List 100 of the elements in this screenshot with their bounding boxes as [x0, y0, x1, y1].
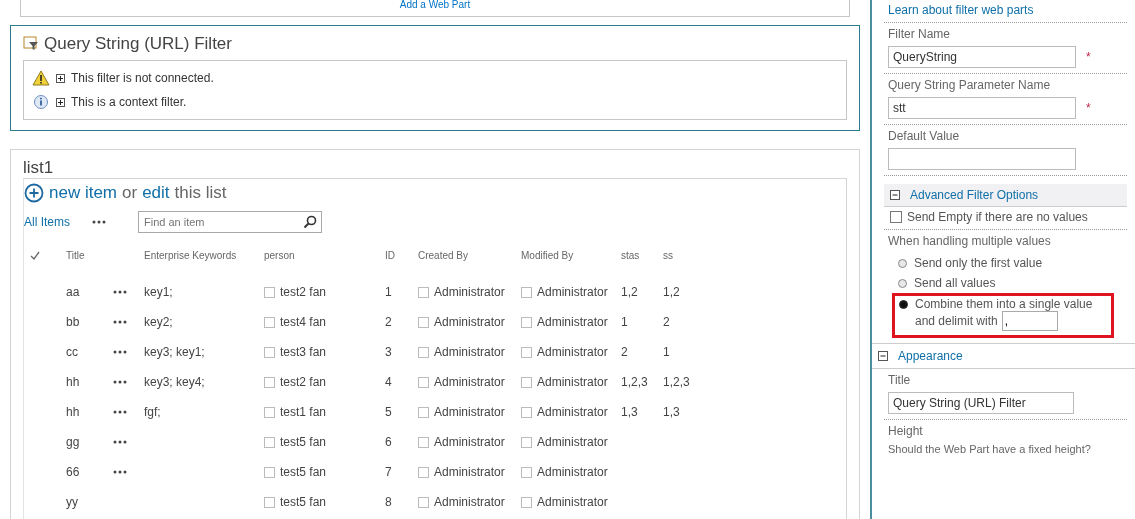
presence-icon: [264, 346, 275, 358]
presence-icon: [264, 406, 275, 418]
presence-icon: [264, 376, 275, 388]
edit-link[interactable]: edit: [142, 183, 170, 203]
add-icon[interactable]: [24, 183, 44, 203]
presence-icon: [418, 286, 429, 298]
table-cell: 1,3: [621, 405, 638, 419]
table-cell: test5 fan: [280, 465, 327, 479]
table-cell: 1,2,3: [663, 375, 690, 389]
expand-icon[interactable]: [56, 97, 65, 107]
more-icon[interactable]: [113, 350, 127, 354]
category-header[interactable]: Appearance: [872, 343, 1135, 369]
more-icon[interactable]: [113, 290, 127, 294]
column-header[interactable]: Enterprise Keywords: [144, 249, 264, 261]
table-cell-text: 1: [385, 285, 393, 299]
text-field[interactable]: QueryString: [888, 46, 1076, 68]
presence-icon: [264, 286, 275, 298]
table-cell: Administrator: [434, 315, 505, 329]
table-cell: Administrator: [537, 435, 608, 449]
table-cell: test4 fan: [280, 315, 327, 329]
table-cell-text: 8: [385, 495, 393, 509]
category-header[interactable]: Advanced Filter Options: [884, 184, 1127, 207]
table-cell-text: 66: [66, 465, 81, 479]
table-cell: Administrator: [434, 435, 505, 449]
search-field[interactable]: Find an item: [138, 211, 322, 233]
column-header[interactable]: Title: [66, 249, 113, 261]
table-cell-text: 7: [385, 465, 393, 479]
table-cell: test3 fan: [280, 345, 327, 359]
column-header[interactable]: ss: [663, 249, 703, 261]
more-icon[interactable]: [113, 380, 127, 384]
table-cell: test5 fan: [280, 435, 327, 449]
more-icon[interactable]: [113, 440, 127, 444]
column-header[interactable]: ID: [385, 249, 418, 261]
checkbox[interactable]: [890, 211, 902, 223]
presence-icon: [521, 466, 532, 478]
text-field[interactable]: [888, 148, 1076, 170]
presence-icon: [521, 376, 532, 388]
table-cell: 2: [663, 315, 670, 329]
presence-icon: [418, 316, 429, 328]
expand-icon[interactable]: [56, 73, 65, 83]
column-header[interactable]: Modified By: [521, 249, 621, 261]
collapse-icon[interactable]: [878, 351, 888, 361]
text-field[interactable]: Query String (URL) Filter: [888, 392, 1074, 414]
presence-icon: [521, 496, 532, 508]
search-icon[interactable]: [303, 215, 317, 229]
table-cell: key2;: [144, 315, 173, 329]
table-cell-text: bb: [66, 315, 81, 329]
check-icon[interactable]: [30, 250, 40, 260]
table-cell: key3; key1;: [144, 345, 205, 359]
this-list-text: this list: [174, 183, 227, 203]
delimiter-field[interactable]: ,: [1001, 311, 1058, 331]
column-header[interactable]: stas: [621, 249, 663, 261]
table-cell: Administrator: [434, 465, 505, 479]
field-label: Query String Parameter Name: [888, 78, 1052, 92]
presence-icon: [418, 436, 429, 448]
table-cell: Administrator: [537, 495, 608, 509]
column-header[interactable]: person: [264, 249, 385, 261]
column-header[interactable]: Created By: [418, 249, 521, 261]
presence-icon: [264, 466, 275, 478]
table-cell: key1;: [144, 285, 173, 299]
collapse-icon[interactable]: [890, 190, 900, 200]
table-cell: 1,2: [663, 285, 680, 299]
view-tab[interactable]: All Items: [24, 215, 92, 229]
field-label: Title: [888, 373, 912, 387]
text-field[interactable]: stt: [888, 97, 1076, 119]
message-text: This is a context filter.: [71, 95, 187, 109]
table-cell-text: gg: [66, 435, 81, 449]
filter-icon: [23, 36, 39, 52]
learn-link[interactable]: Learn about filter web parts: [888, 3, 1034, 17]
table-cell: test2 fan: [280, 285, 327, 299]
more-icon[interactable]: [113, 320, 127, 324]
presence-icon: [418, 496, 429, 508]
field-label: Default Value: [888, 129, 961, 143]
web-part-title: list1: [23, 158, 55, 178]
table-cell: Administrator: [537, 345, 608, 359]
radio-button[interactable]: [898, 258, 907, 268]
table-cell-text: cc: [66, 345, 79, 359]
presence-icon: [521, 346, 532, 358]
table-cell: 1,2: [621, 285, 638, 299]
table-cell: test5 fan: [280, 495, 327, 509]
table-cell: Administrator: [434, 405, 505, 419]
more-icon[interactable]: [113, 470, 127, 474]
table-cell-text: 3: [385, 345, 393, 359]
presence-icon: [264, 496, 275, 508]
radio-button[interactable]: [899, 299, 908, 309]
checkbox-label: Send Empty if there are no values: [907, 210, 1088, 224]
more-icon[interactable]: [92, 220, 106, 224]
field-label: Height: [888, 424, 924, 438]
radio-label: Send only the first value: [914, 256, 1043, 270]
add-web-part-link[interactable]: Add a Web Part: [399, 0, 471, 10]
info-icon: [32, 94, 50, 110]
more-icon[interactable]: [113, 410, 127, 414]
presence-icon: [264, 316, 275, 328]
new-item-link[interactable]: new item: [49, 183, 118, 203]
table-cell-text: 2: [385, 315, 393, 329]
table-cell: test1 fan: [280, 405, 327, 419]
presence-icon: [418, 406, 429, 418]
warning-icon: [32, 70, 50, 86]
radio-button[interactable]: [898, 278, 907, 288]
table-cell: Administrator: [434, 285, 505, 299]
